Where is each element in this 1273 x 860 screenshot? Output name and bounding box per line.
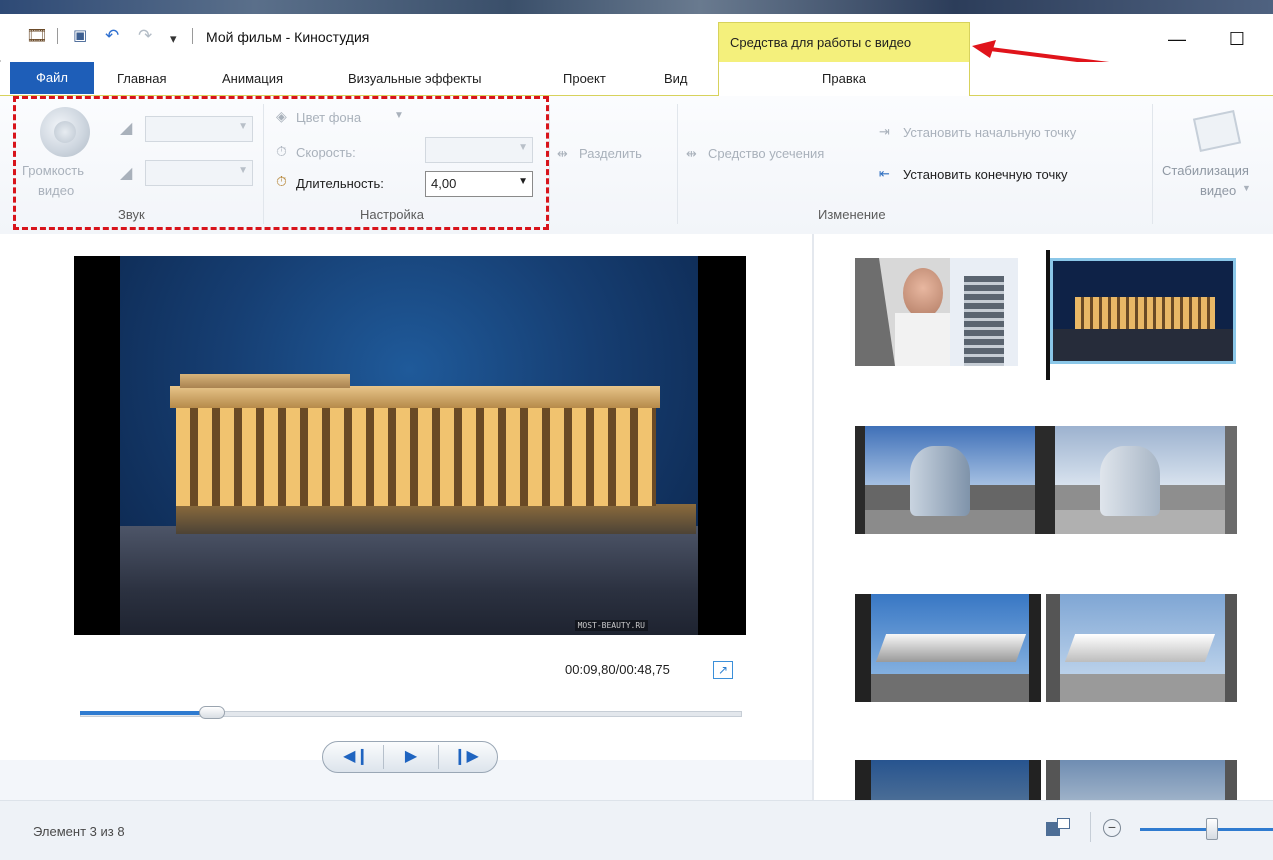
video-preview[interactable]: MOST-BEAUTY.RU [74, 256, 746, 635]
watermark: MOST-BEAUTY.RU [574, 620, 648, 631]
clip-thumbnail[interactable] [855, 258, 950, 366]
temple-pediment [180, 374, 350, 388]
group-separator [677, 104, 678, 224]
clip-thumbnail[interactable] [1046, 760, 1237, 800]
tab-animation[interactable]: Анимация [222, 71, 283, 86]
toolbar-separator [57, 28, 58, 44]
status-bar [0, 800, 1273, 860]
trim-icon: ⇹ [686, 146, 697, 161]
minimize-button[interactable]: — [1154, 24, 1200, 54]
highlight-annotation [13, 96, 549, 230]
storyboard-view-icon[interactable] [1046, 818, 1072, 838]
transition-wedge [855, 258, 895, 366]
play-button[interactable]: ▶ [384, 745, 438, 769]
portrait-face [903, 268, 943, 318]
window-title: Мой фильм - Киностудия [206, 29, 370, 45]
portrait-shirt [895, 313, 950, 366]
stabilization-label-1[interactable]: Стабилизация [1162, 163, 1249, 178]
ribbon-tab-row [0, 62, 1273, 96]
contextual-group-label: Средства для работы с видео [730, 35, 912, 50]
tab-visual-effects[interactable]: Визуальные эффекты [348, 71, 481, 86]
group-label-edit: Изменение [818, 207, 886, 222]
tower-building [964, 276, 1004, 366]
redo-icon[interactable]: ↷ [138, 26, 152, 46]
maximize-button[interactable]: ☐ [1214, 24, 1260, 54]
set-end-point-button[interactable]: Установить конечную точку [903, 167, 1068, 182]
acropolis-rock [120, 526, 698, 635]
save-icon[interactable]: ▣ [73, 26, 87, 46]
temple-base [176, 504, 696, 534]
timecode: 00:09,80/00:48,75 [565, 662, 670, 677]
seek-thumb[interactable] [199, 706, 225, 719]
set-end-icon: ⇤ [879, 166, 890, 181]
clip-thumbnail[interactable] [1046, 594, 1237, 702]
stabilization-label-2[interactable]: видео [1200, 183, 1236, 198]
clip-thumbnail[interactable] [855, 594, 1041, 702]
tab-home[interactable]: Главная [117, 71, 166, 86]
group-separator [549, 104, 550, 224]
toolbar-separator [192, 28, 193, 44]
item-counter: Элемент 3 из 8 [33, 824, 125, 839]
tab-edit[interactable]: Правка [718, 62, 970, 96]
customize-toolbar-icon[interactable]: ▾ [170, 29, 177, 49]
app-film-icon[interactable]: 🎞 [26, 26, 48, 46]
clip-thumbnail[interactable] [1041, 426, 1237, 534]
set-start-icon: ⇥ [879, 124, 890, 139]
clip-thumbnail[interactable] [855, 760, 1041, 800]
previous-frame-button[interactable]: ◀❙ [329, 745, 383, 769]
split-button[interactable]: Разделить [579, 146, 642, 161]
set-start-point-button[interactable]: Установить начальную точку [903, 125, 1076, 140]
clip-thumbnail[interactable] [855, 426, 1041, 534]
tab-file[interactable]: Файл [10, 62, 94, 94]
zoom-slider-thumb[interactable] [1206, 818, 1218, 840]
temple-entablature [170, 386, 660, 408]
preview-frame-image: MOST-BEAUTY.RU [120, 256, 698, 635]
tab-project[interactable]: Проект [563, 71, 606, 86]
split-icon: ⇹ [557, 146, 568, 161]
group-separator [1152, 104, 1153, 224]
zoom-out-button[interactable]: − [1103, 819, 1121, 837]
status-separator [1090, 812, 1091, 842]
desktop-background [0, 0, 1273, 14]
seek-bar-progress [80, 711, 212, 715]
clip-thumbnail[interactable] [950, 258, 1018, 366]
tab-view[interactable]: Вид [664, 71, 688, 86]
trim-tool-button[interactable]: Средство усечения [708, 146, 824, 161]
next-frame-button[interactable]: ❙▶ [439, 745, 493, 769]
undo-icon[interactable]: ↶ [105, 26, 119, 46]
expand-preview-button[interactable]: ↗ [713, 661, 733, 679]
temple-columns [176, 406, 656, 506]
chevron-down-icon: ▼ [1242, 183, 1251, 193]
selection-frame [1050, 258, 1236, 364]
